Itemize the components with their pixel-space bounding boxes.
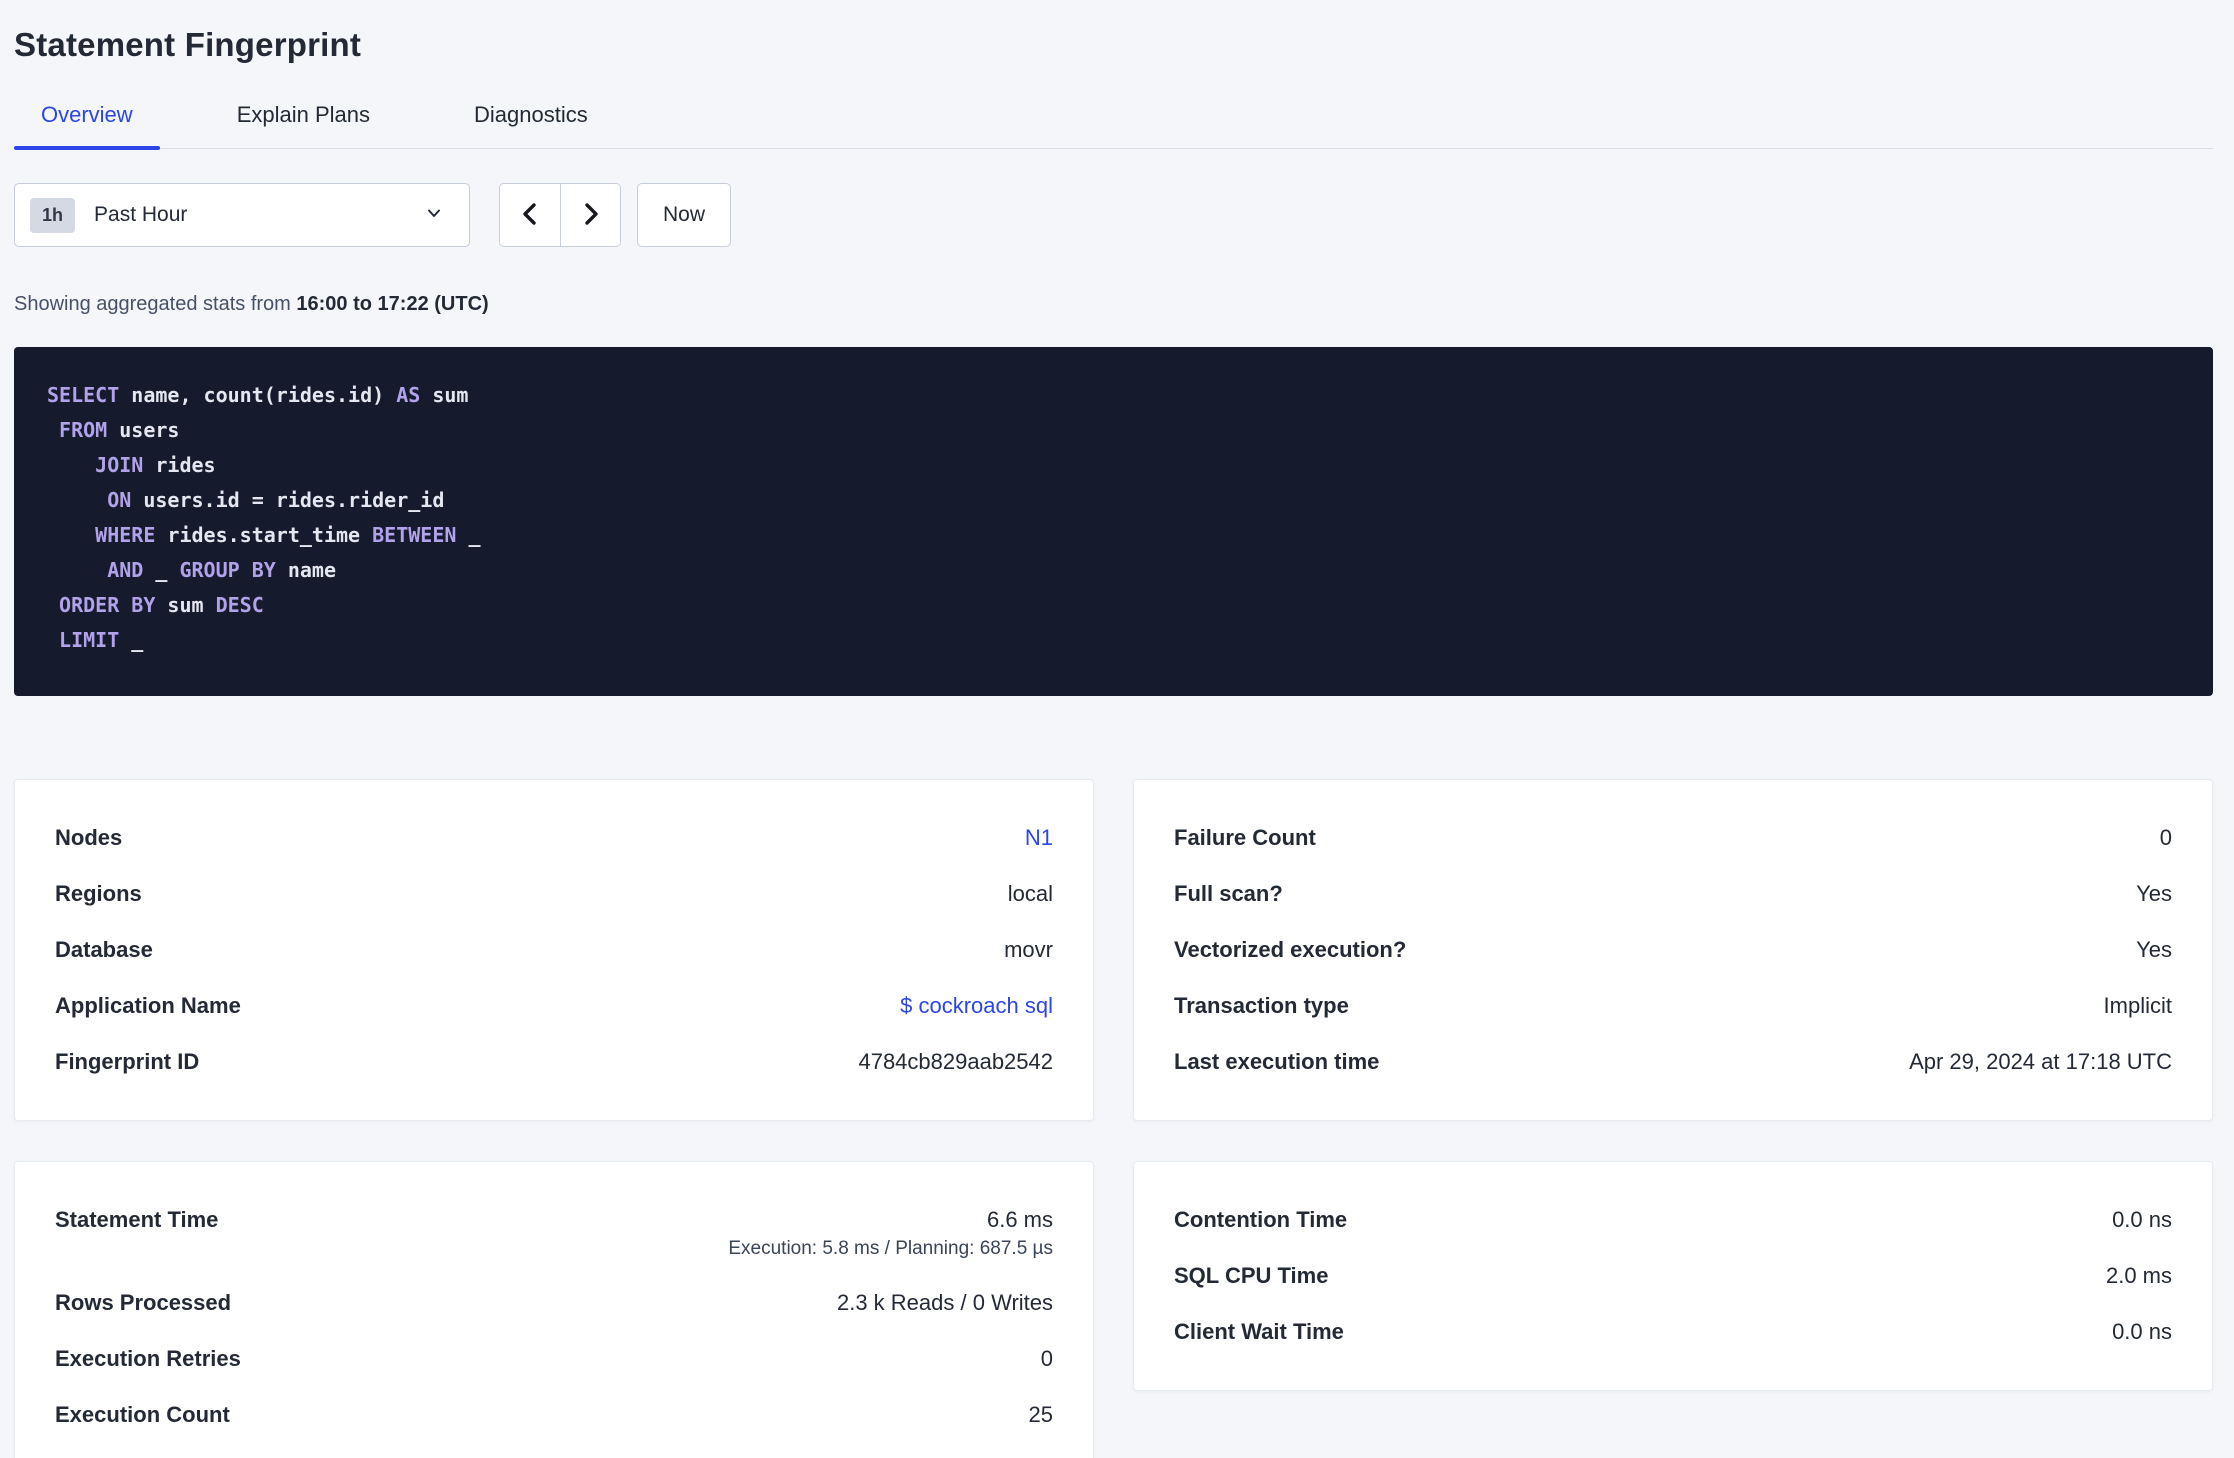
detail-row: Execution Count 25	[55, 1387, 1053, 1443]
detail-label: Fingerprint ID	[55, 1049, 200, 1074]
time-range-badge: 1h	[30, 197, 76, 233]
detail-value: 0	[2159, 825, 2172, 850]
detail-label: Full scan?	[1174, 881, 1283, 906]
next-time-button[interactable]	[560, 184, 620, 246]
detail-row: Fingerprint ID 4784cb829aab2542	[55, 1034, 1053, 1090]
sql-statement-box: SELECT name, count(rides.id) AS sum FROM…	[14, 347, 2213, 696]
detail-row: Database movr	[55, 922, 1053, 978]
prev-time-button[interactable]	[500, 184, 560, 246]
detail-value: Apr 29, 2024 at 17:18 UTC	[1909, 1049, 2172, 1074]
detail-row: Vectorized execution? Yes	[1174, 922, 2172, 978]
detail-value: 4784cb829aab2542	[858, 1049, 1053, 1074]
tab[interactable]: Overview	[14, 102, 160, 150]
detail-label: SQL CPU Time	[1174, 1263, 1329, 1288]
time-step-buttons	[499, 183, 621, 247]
page-title: Statement Fingerprint	[14, 26, 362, 63]
detail-row: Execution Retries 0	[55, 1331, 1053, 1387]
detail-row: Contention Time 0.0 ns	[1174, 1192, 2172, 1248]
detail-label: Nodes	[55, 825, 123, 850]
detail-value: movr	[1004, 937, 1053, 962]
statement-fingerprint-page: Statement Fingerprint Overview Explain P…	[0, 0, 2234, 1458]
detail-label: Regions	[55, 881, 142, 906]
tab[interactable]: Diagnostics	[447, 102, 615, 148]
time-controls: 1h Past Hour Now	[14, 183, 2213, 247]
stats-line-prefix: Showing aggregated stats from	[14, 293, 297, 315]
tab-label: Explain Plans	[236, 102, 370, 127]
detail-value: Yes	[2136, 937, 2172, 962]
detail-label: Application Name	[55, 993, 241, 1018]
chevron-left-icon	[518, 200, 542, 231]
detail-value: 2.3 k Reads / 0 Writes	[836, 1290, 1053, 1315]
detail-value: 0.0 ns	[2112, 1319, 2172, 1344]
detail-row: Regions local	[55, 866, 1053, 922]
tab-label: Overview	[41, 102, 133, 127]
time-range-dropdown[interactable]: 1h Past Hour	[14, 183, 470, 247]
detail-value: Yes	[2136, 881, 2172, 906]
tab[interactable]: Explain Plans	[210, 102, 397, 148]
detail-row: Statement Time 6.6 ms Execution: 5.8 ms …	[55, 1192, 1053, 1275]
tab-bar: Overview Explain Plans Diagnostics	[14, 102, 2213, 150]
detail-value: 2.0 ms	[2105, 1263, 2172, 1288]
detail-label: Execution Count	[55, 1402, 230, 1427]
stats-line-range: 16:00 to 17:22 (UTC)	[296, 293, 489, 315]
detail-value: 0	[1040, 1346, 1053, 1371]
statement-details-card: Nodes N1 Regions local Database movr App…	[14, 779, 1094, 1121]
detail-row: Last execution time Apr 29, 2024 at 17:1…	[1174, 1034, 2172, 1090]
detail-row: Nodes N1	[55, 810, 1053, 866]
detail-row: Client Wait Time 0.0 ns	[1174, 1304, 2172, 1360]
detail-label: Client Wait Time	[1174, 1319, 1344, 1344]
detail-row: Application Name $ cockroach sql	[55, 978, 1053, 1034]
detail-row: Failure Count 0	[1174, 810, 2172, 866]
detail-label: Statement Time	[55, 1207, 219, 1232]
detail-value: Implicit	[2103, 993, 2172, 1018]
detail-label: Contention Time	[1174, 1207, 1348, 1232]
tab-label: Diagnostics	[474, 102, 588, 127]
detail-row: Transaction type Implicit	[1174, 978, 2172, 1034]
detail-value: local	[1007, 881, 1053, 906]
detail-row: Rows Processed 2.3 k Reads / 0 Writes	[55, 1275, 1053, 1331]
detail-row: Full scan? Yes	[1174, 866, 2172, 922]
chevron-down-icon	[423, 202, 445, 229]
chevron-right-icon	[579, 200, 603, 231]
time-range-label: Past Hour	[94, 203, 188, 226]
detail-value[interactable]: $ cockroach sql	[900, 993, 1053, 1018]
execution-attributes-card: Failure Count 0 Full scan? Yes Vectorize…	[1133, 779, 2213, 1121]
detail-row: SQL CPU Time 2.0 ms	[1174, 1248, 2172, 1304]
detail-value: 6.6 ms	[986, 1207, 1053, 1232]
sql-code: SELECT name, count(rides.id) AS sum FROM…	[47, 383, 481, 652]
detail-label: Transaction type	[1174, 993, 1349, 1018]
detail-label: Rows Processed	[55, 1290, 232, 1315]
now-button[interactable]: Now	[637, 183, 731, 247]
detail-label: Vectorized execution?	[1174, 937, 1407, 962]
statement-time-card: Statement Time 6.6 ms Execution: 5.8 ms …	[14, 1161, 1094, 1458]
detail-label: Failure Count	[1174, 825, 1316, 850]
summary-cards: Nodes N1 Regions local Database movr App…	[14, 779, 2213, 1458]
detail-subvalue: Execution: 5.8 ms / Planning: 687.5 µs	[728, 1238, 1053, 1259]
wait-time-card: Contention Time 0.0 ns SQL CPU Time 2.0 …	[1133, 1161, 2213, 1391]
detail-value: 0.0 ns	[2112, 1207, 2172, 1232]
detail-label: Last execution time	[1174, 1049, 1380, 1074]
detail-value[interactable]: N1	[1025, 825, 1053, 850]
detail-value: 25	[1028, 1402, 1053, 1427]
aggregated-stats-line: Showing aggregated stats from 16:00 to 1…	[14, 293, 2213, 316]
detail-label: Database	[55, 937, 153, 962]
detail-label: Execution Retries	[55, 1346, 241, 1371]
